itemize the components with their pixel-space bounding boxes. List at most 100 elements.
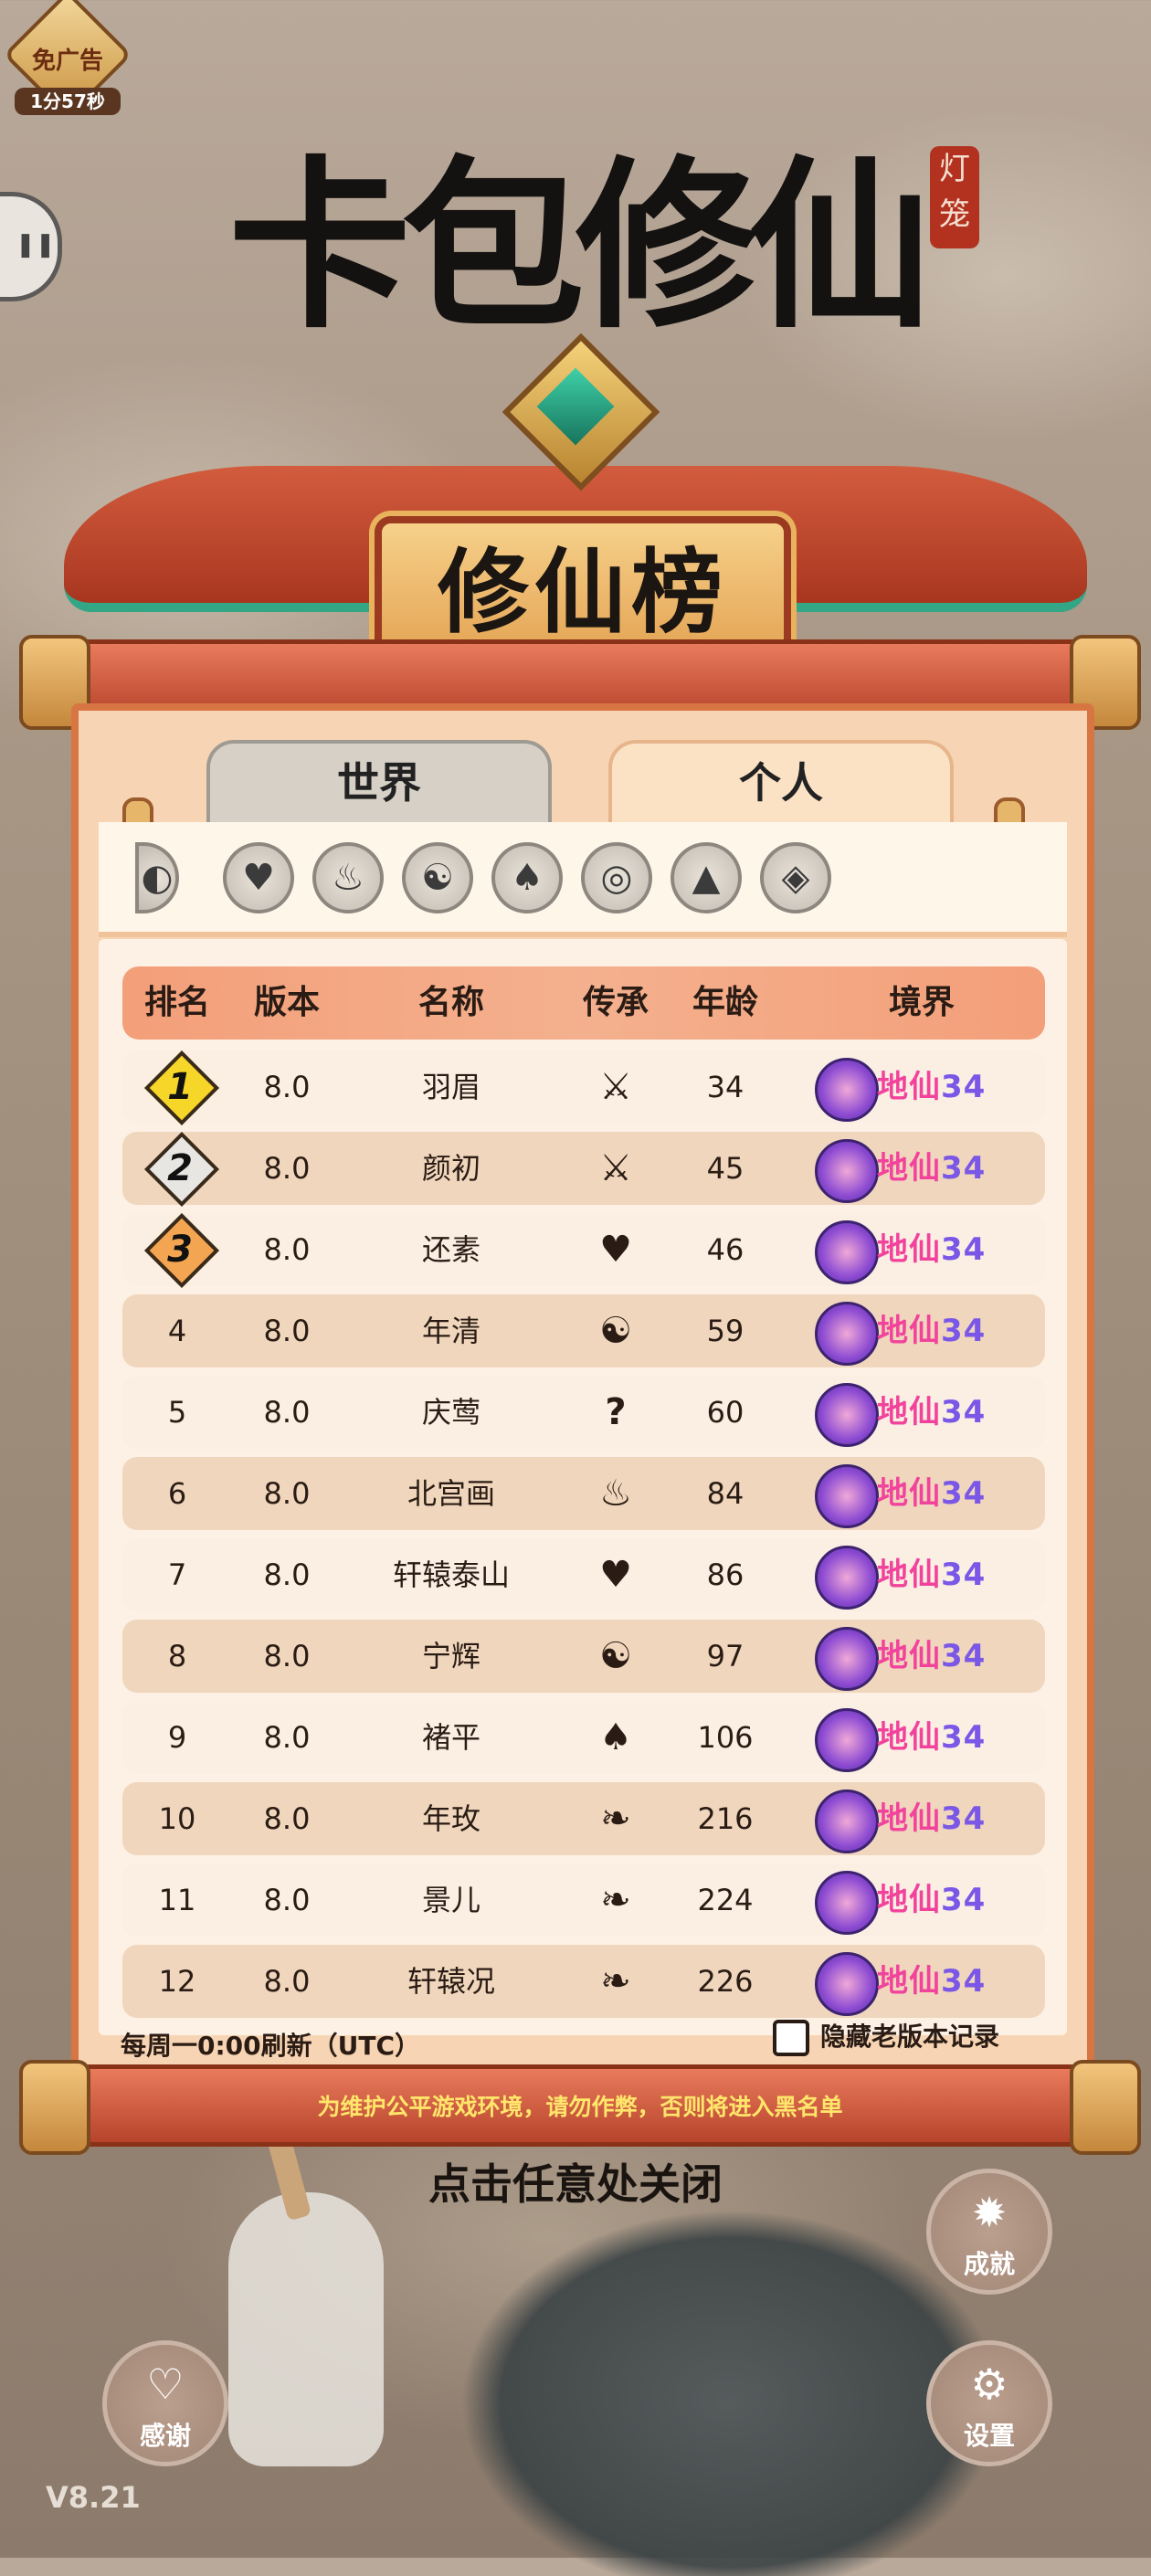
name-cell: 颜初 [421,1151,480,1186]
version-cell: 8.0 [263,1314,311,1348]
thanks-label: 感谢 [139,2421,191,2451]
realm-icon [815,1464,879,1528]
ring-filter-icon[interactable]: ◎ [581,842,652,913]
version-cell: 8.0 [263,1232,311,1267]
table-row[interactable]: 12 8.0 轩辕况 ❧ 226 地仙34 [122,1945,1045,2018]
name-cell: 轩辕泰山 [392,1557,510,1592]
realm-icon [815,1058,879,1122]
settings-button[interactable]: ⚙ 设置 [926,2340,1052,2466]
tab-personal[interactable]: 个人 [608,740,954,822]
realm-name: 地仙 [877,1394,941,1431]
realm-icon [815,1708,879,1772]
realm-cell: 地仙34 [877,1050,986,1124]
book-icon: ❧ [600,1879,631,1921]
realm-icon [815,1383,879,1447]
version-cell: 8.0 [263,1557,311,1592]
pause-icon: ❚❚ [16,231,56,259]
table-row[interactable]: 9 8.0 褚平 ♠ 106 地仙34 [122,1701,1045,1774]
flame-filter-icon[interactable]: ♠ [491,842,563,913]
yin-yang-icon: ☯ [599,1310,632,1352]
table-row[interactable]: 2 8.0 颜初 ⚔ 45 地仙34 [122,1131,1045,1208]
age-cell: 86 [706,1557,744,1592]
table-row[interactable]: 10 8.0 年玫 ❧ 216 地仙34 [122,1782,1045,1855]
hide-old-checkbox[interactable] [773,2020,809,2056]
book-icon: ❧ [600,1960,631,2002]
name-cell: 羽眉 [421,1070,480,1104]
mountain-filter-icon[interactable]: ▲ [671,842,742,913]
col-rank: 排名 [143,984,210,1021]
name-cell: 庆莺 [421,1395,480,1430]
realm-level: 34 [941,1800,987,1837]
settings-label: 设置 [963,2421,1015,2451]
realm-cell: 地仙34 [877,1213,986,1286]
realm-name: 地仙 [877,1313,941,1349]
realm-cell: 地仙34 [877,1620,986,1693]
remove-ads-badge[interactable]: 免广告 1分57秒 [3,0,132,120]
yin-yang-icon: ☯ [599,1635,632,1677]
realm-name: 地仙 [877,1069,941,1105]
heart-person-icon: ♡ [146,2360,185,2409]
realm-cell: 地仙34 [877,1376,986,1449]
realm-name: 地仙 [877,1800,941,1837]
age-cell: 60 [706,1395,744,1430]
star-icon: ✹ [971,2188,1008,2237]
realm-level: 34 [941,1719,987,1756]
table-row[interactable]: 3 8.0 还素 ♥ 46 地仙34 [122,1212,1045,1289]
hide-old-label: 隐藏老版本记录 [820,2022,1000,2052]
shield-filter-icon[interactable]: ◈ [760,842,831,913]
version-cell: 8.0 [263,1395,311,1430]
rank-cell: 11 [158,1883,196,1917]
rank-cell: 3 [167,1229,193,1271]
tab-world[interactable]: 世界 [206,740,552,822]
anti-cheat-warning: 为维护公平游戏环境，请勿作弊，否则将进入黑名单 [317,2094,843,2120]
table-row[interactable]: 1 8.0 羽眉 ⚔ 34 地仙34 [122,1050,1045,1126]
sword-icon: ⚔ [599,1066,632,1108]
gear-icon: ⚙ [970,2360,1008,2409]
title-stamp: 灯笼 [930,146,979,248]
name-cell: 还素 [421,1232,480,1267]
fire-icon: ♨ [599,1473,632,1515]
name-cell: 宁辉 [421,1639,480,1673]
age-cell: 45 [706,1151,744,1186]
table-row[interactable]: 11 8.0 景儿 ❧ 224 地仙34 [122,1863,1045,1937]
fire-filter-icon[interactable]: ♨ [312,842,384,913]
name-cell: 褚平 [421,1720,480,1755]
age-cell: 226 [697,1964,754,1999]
realm-level: 34 [941,1475,987,1512]
sword-icon: ⚔ [599,1147,632,1189]
table-row[interactable]: 8 8.0 宁辉 ☯ 97 地仙34 [122,1620,1045,1693]
realm-level: 34 [941,1882,987,1918]
version-cell: 8.0 [263,1964,311,1999]
realm-name: 地仙 [877,1150,941,1187]
realm-icon [815,1302,879,1366]
yin-yang-filter-icon[interactable]: ☯ [402,842,473,913]
name-cell: 年玫 [421,1801,480,1836]
heart-icon: ♥ [599,1229,632,1271]
realm-level: 34 [941,1069,987,1105]
col-version: 版本 [253,984,320,1021]
version-cell: 8.0 [263,1476,311,1511]
partial-icon[interactable]: ◐ [135,842,179,913]
version-cell: 8.0 [263,1151,311,1186]
rank-cell: 4 [167,1314,187,1348]
table-row[interactable]: 5 8.0 庆莺 ? 60 地仙34 [122,1376,1045,1449]
scroll-bottom-rod: 为维护公平游戏环境，请勿作弊，否则将进入黑名单 [19,2060,1141,2155]
name-cell: 北宫画 [407,1476,495,1511]
realm-icon [815,1871,879,1935]
realm-name: 地仙 [877,1557,941,1593]
achievement-button[interactable]: ✹ 成就 [926,2169,1052,2295]
table-row[interactable]: 4 8.0 年清 ☯ 59 地仙34 [122,1294,1045,1367]
question-icon: ? [605,1391,627,1433]
realm-name: 地仙 [877,1475,941,1512]
version-cell: 8.0 [263,1070,311,1104]
heart-filter-icon[interactable]: ♥ [223,842,294,913]
hide-old-toggle[interactable]: 隐藏老版本记录 [773,2017,999,2056]
realm-icon [815,1627,879,1691]
thanks-button[interactable]: ♡ 感谢 [102,2340,228,2466]
table-row[interactable]: 6 8.0 北宫画 ♨ 84 地仙34 [122,1457,1045,1530]
table-row[interactable]: 7 8.0 轩辕泰山 ♥ 86 地仙34 [122,1538,1045,1611]
realm-name: 地仙 [877,1231,941,1268]
realm-level: 34 [941,1557,987,1593]
realm-name: 地仙 [877,1719,941,1756]
age-cell: 97 [706,1639,744,1673]
